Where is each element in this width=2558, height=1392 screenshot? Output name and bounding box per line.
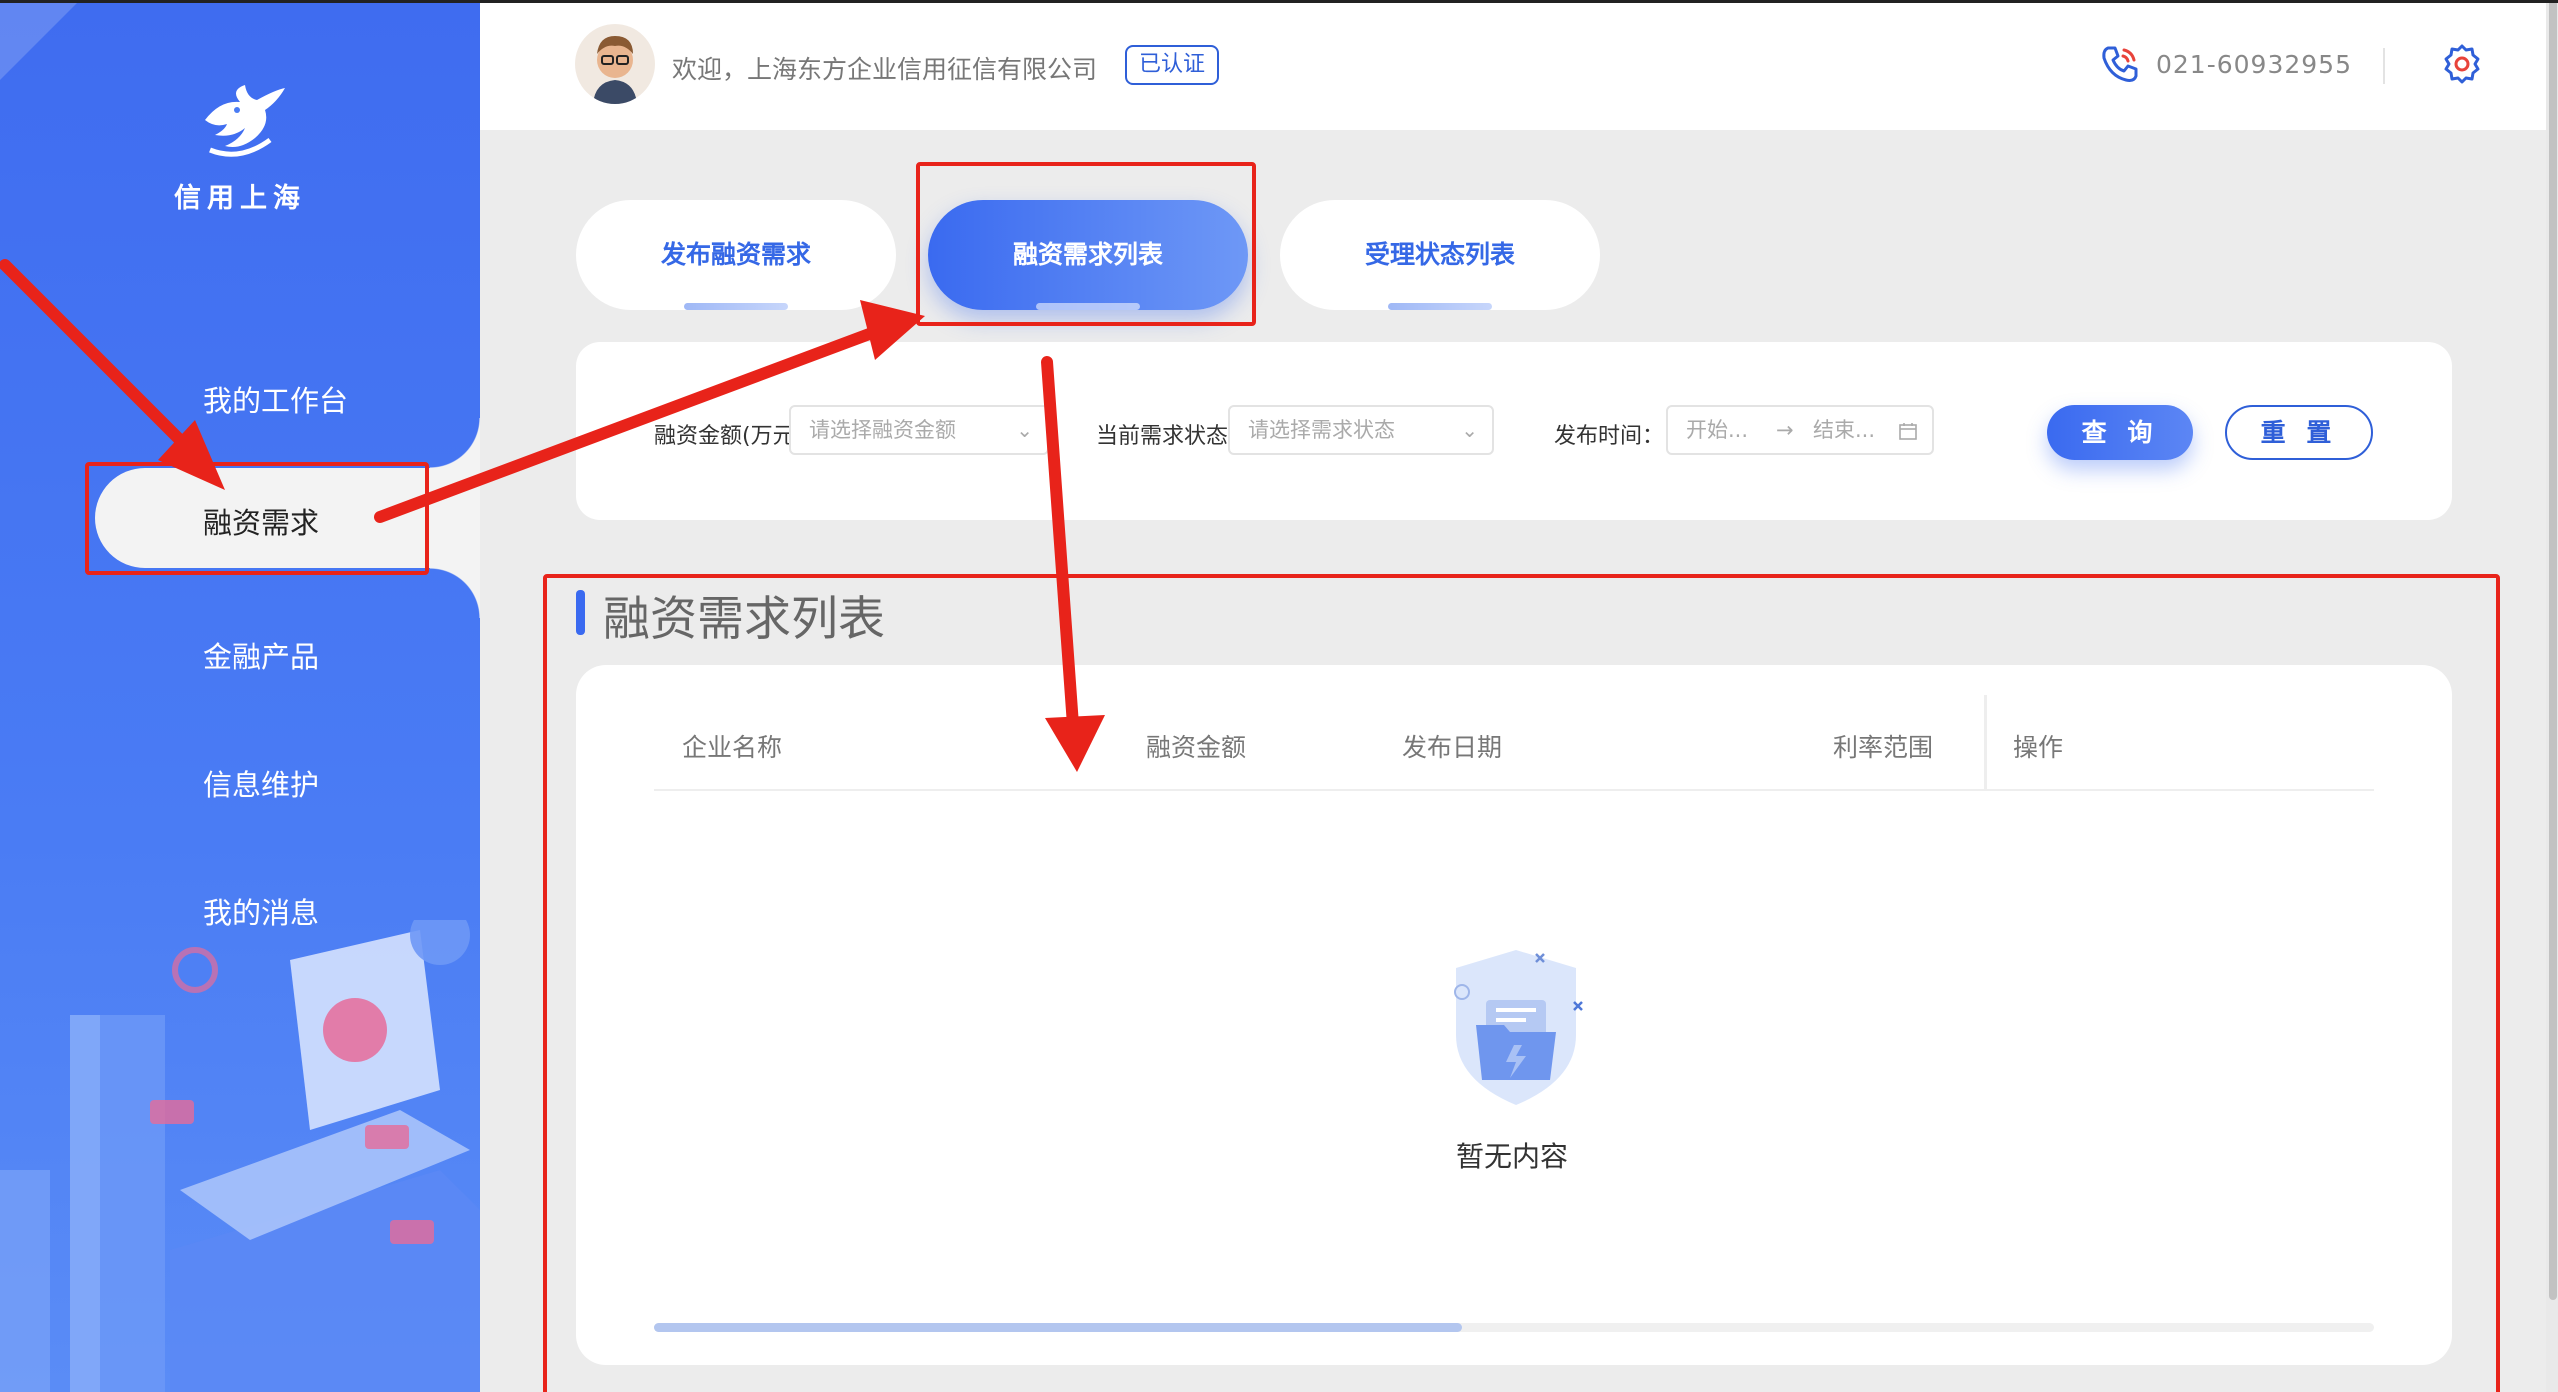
brand-logo[interactable]: 信用上海	[165, 80, 315, 215]
top-header: 欢迎，上海东方企业信用征信有限公司 已认证 021-60932955	[480, 0, 2558, 130]
status-placeholder: 请选择需求状态	[1248, 418, 1395, 442]
verified-badge: 已认证	[1125, 45, 1220, 85]
amount-label: 融资金额(万元	[654, 424, 795, 449]
window-top-border	[0, 0, 2558, 3]
sidebar-item-financial-products[interactable]: 金融产品	[0, 596, 480, 706]
annotation-box-sidebar-item	[85, 462, 429, 575]
date-end-placeholder: 结束...	[1813, 418, 1876, 442]
gear-icon[interactable]	[2440, 42, 2484, 86]
sidebar-item-label: 信息维护	[203, 768, 320, 802]
header-divider	[2383, 48, 2385, 84]
dove-logo-icon	[205, 85, 285, 157]
city-laptop-illustration	[0, 920, 480, 1392]
chevron-down-icon: ⌄	[1016, 418, 1033, 442]
tab-label: 发布融资需求	[660, 240, 811, 269]
service-phone: 021-60932955	[2156, 50, 2352, 79]
date-label: 发布时间：	[1554, 424, 1665, 449]
amount-placeholder: 请选择融资金额	[809, 418, 956, 442]
tab-indicator	[684, 303, 788, 310]
annotation-box-list-section	[543, 574, 2500, 1392]
sidebar-item-workbench[interactable]: 我的工作台	[0, 340, 480, 450]
date-range-picker[interactable]: 开始... → 结束...	[1666, 405, 1934, 455]
status-label: 当前需求状态	[1096, 424, 1229, 449]
filter-panel: 融资金额(万元 请选择融资金额 ⌄ 当前需求状态 请选择需求状态 ⌄ 发布时间：…	[576, 342, 2452, 520]
query-button[interactable]: 查 询	[2047, 405, 2193, 460]
status-select[interactable]: 请选择需求状态 ⌄	[1228, 405, 1494, 455]
tab-publish-demand[interactable]: 发布融资需求	[576, 200, 896, 310]
sidebar-item-label: 我的工作台	[203, 384, 349, 418]
tab-acceptance-status[interactable]: 受理状态列表	[1280, 200, 1600, 310]
reset-button[interactable]: 重 置	[2225, 405, 2373, 460]
sidebar-item-info-maintenance[interactable]: 信息维护	[0, 724, 480, 834]
avatar[interactable]	[575, 24, 655, 104]
sidebar-corner-decoration	[0, 0, 80, 80]
phone-icon	[2102, 46, 2138, 82]
logo-text: 信用上海	[174, 183, 306, 214]
tab-label: 受理状态列表	[1364, 240, 1515, 269]
date-start-placeholder: 开始...	[1686, 418, 1749, 442]
sidebar-item-label: 金融产品	[203, 640, 320, 674]
chevron-down-icon: ⌄	[1461, 418, 1478, 442]
window-scrollbar-thumb[interactable]	[2549, 0, 2557, 1300]
amount-select[interactable]: 请选择融资金额 ⌄	[789, 405, 1049, 455]
welcome-text: 欢迎，上海东方企业信用征信有限公司	[672, 55, 1098, 84]
tab-indicator	[1388, 303, 1492, 310]
calendar-icon	[1899, 423, 1917, 440]
user-avatar-icon	[593, 36, 637, 104]
arrow-right-icon: →	[1776, 418, 1794, 442]
annotation-box-active-tab	[916, 162, 1256, 326]
sidebar: 信用上海 我的工作台 融资需求 金融产品 信息维护 我的消息	[0, 0, 480, 1392]
